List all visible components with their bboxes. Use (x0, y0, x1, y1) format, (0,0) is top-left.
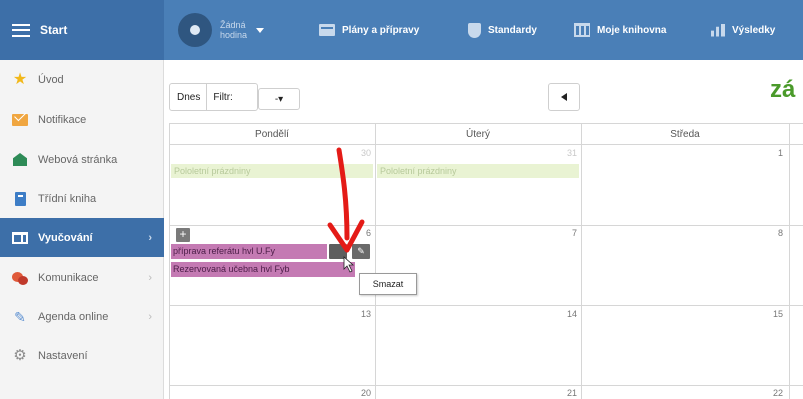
sidebar-item-tridni-kniha[interactable]: Třídní kniha (0, 179, 164, 218)
nav-plans[interactable]: Plány a přípravy (319, 0, 419, 60)
sidebar-item-label: Úvod (38, 73, 64, 86)
add-event-button[interactable]: + (176, 228, 190, 242)
day-number: 14 (566, 309, 577, 319)
day-number: 22 (772, 388, 783, 398)
sidebar-item-webova-stranka[interactable]: Webová stránka (0, 140, 164, 179)
chevron-right-icon: › (148, 231, 152, 244)
day-number: 7 (571, 228, 577, 238)
chevron-right-icon: › (148, 271, 152, 284)
reservation-event[interactable]: Rezervovaná učebna hvl Fyb (171, 262, 355, 277)
house-icon (12, 152, 28, 168)
grid-line (169, 305, 803, 306)
day-number: 1 (777, 148, 783, 158)
sidebar-item-label: Nastavení (38, 349, 88, 362)
sidebar-item-notifikace[interactable]: Notifikace (0, 100, 164, 139)
grid-line (169, 123, 170, 399)
sidebar-item-label: Třídní kniha (38, 192, 97, 205)
grid-line (581, 123, 582, 399)
open-book-icon (12, 230, 28, 246)
gear-icon: ⚙ (13, 347, 27, 364)
grid-line (169, 385, 803, 386)
library-icon (574, 23, 590, 37)
pen-icon: ✎ (14, 308, 26, 325)
top-navigation-bar: Start Žádná hodina Plány a přípravy Stan… (0, 0, 803, 60)
edit-event-button[interactable]: ✎ (352, 244, 370, 259)
nav-standards[interactable]: Standardy (468, 0, 537, 60)
day-number: 6 (365, 228, 371, 238)
previous-period-button[interactable] (548, 83, 580, 111)
grid-line (789, 123, 790, 399)
day-number: 21 (566, 388, 577, 398)
sidebar-item-label: Komunikace (38, 271, 99, 284)
book-icon (12, 191, 28, 207)
day-number: 31 (566, 148, 577, 158)
month-title: zá (770, 76, 796, 103)
hamburger-icon (12, 23, 30, 37)
day-number: 20 (360, 388, 371, 398)
star-icon: ★ (12, 70, 28, 88)
holiday-event[interactable]: Pololetní prázdniny (377, 164, 579, 178)
sidebar: ★ Úvod Notifikace Webová stránka Třídní … (0, 60, 164, 399)
delete-tooltip: Smazat (359, 273, 417, 295)
nav-library[interactable]: Moje knihovna (574, 0, 666, 60)
filter-label: Filtr: (213, 91, 233, 103)
nav-plans-label: Plány a přípravy (342, 24, 420, 36)
day-header-monday: Pondělí (169, 123, 375, 145)
envelope-icon (12, 112, 28, 128)
start-menu-button[interactable]: Start (0, 0, 164, 60)
day-number: 15 (772, 309, 783, 319)
lesson-hour-label: Žádná hodina (220, 20, 248, 40)
arrow-left-icon (561, 93, 567, 101)
nav-standards-label: Standardy (488, 24, 537, 36)
grid-line (375, 123, 376, 399)
plans-icon (319, 24, 335, 36)
sidebar-item-agenda-online[interactable]: ✎ Agenda online › (0, 297, 164, 336)
grid-line (169, 225, 803, 226)
toolbar-divider (206, 83, 208, 111)
shield-icon (468, 22, 481, 38)
nav-results-label: Výsledky (732, 24, 776, 36)
today-button[interactable]: Dnes (177, 92, 200, 103)
chevron-down-icon (256, 27, 264, 33)
clock-avatar-icon (178, 13, 212, 47)
sidebar-item-uvod[interactable]: ★ Úvod (0, 60, 164, 99)
chat-bubbles-icon (12, 270, 28, 286)
start-label: Start (40, 23, 68, 37)
day-number: 8 (777, 228, 783, 238)
day-header-wednesday: Středa (581, 123, 789, 145)
nav-library-label: Moje knihovna (597, 24, 667, 36)
day-number: 13 (360, 309, 371, 319)
nav-results[interactable]: Výsledky (711, 0, 775, 60)
sidebar-item-vyucovani[interactable]: Vyučování › (0, 218, 164, 257)
sidebar-item-label: Webová stránka (38, 153, 118, 166)
sidebar-item-nastaveni[interactable]: ⚙ Nastavení (0, 336, 164, 375)
calendar-toolbar: Dnes Filtr: (169, 83, 258, 111)
day-number: 30 (360, 148, 371, 158)
holiday-event[interactable]: Pololetní prázdniny (171, 164, 373, 178)
chevron-right-icon: › (148, 310, 152, 323)
day-header-thursday (789, 123, 803, 145)
lesson-hour-selector[interactable]: Žádná hodina (178, 13, 264, 47)
results-icon (711, 23, 725, 37)
sidebar-item-label: Agenda online (38, 310, 109, 323)
sidebar-item-label: Vyučování (38, 231, 93, 244)
day-header-tuesday: Úterý (375, 123, 581, 145)
filter-select[interactable]: -▾ (258, 88, 300, 110)
lesson-event[interactable]: příprava referátu hvl U.Fy (171, 244, 327, 259)
sidebar-item-label: Notifikace (38, 113, 87, 126)
delete-event-button[interactable] (329, 244, 347, 259)
sidebar-item-komunikace[interactable]: Komunikace › (0, 258, 164, 297)
